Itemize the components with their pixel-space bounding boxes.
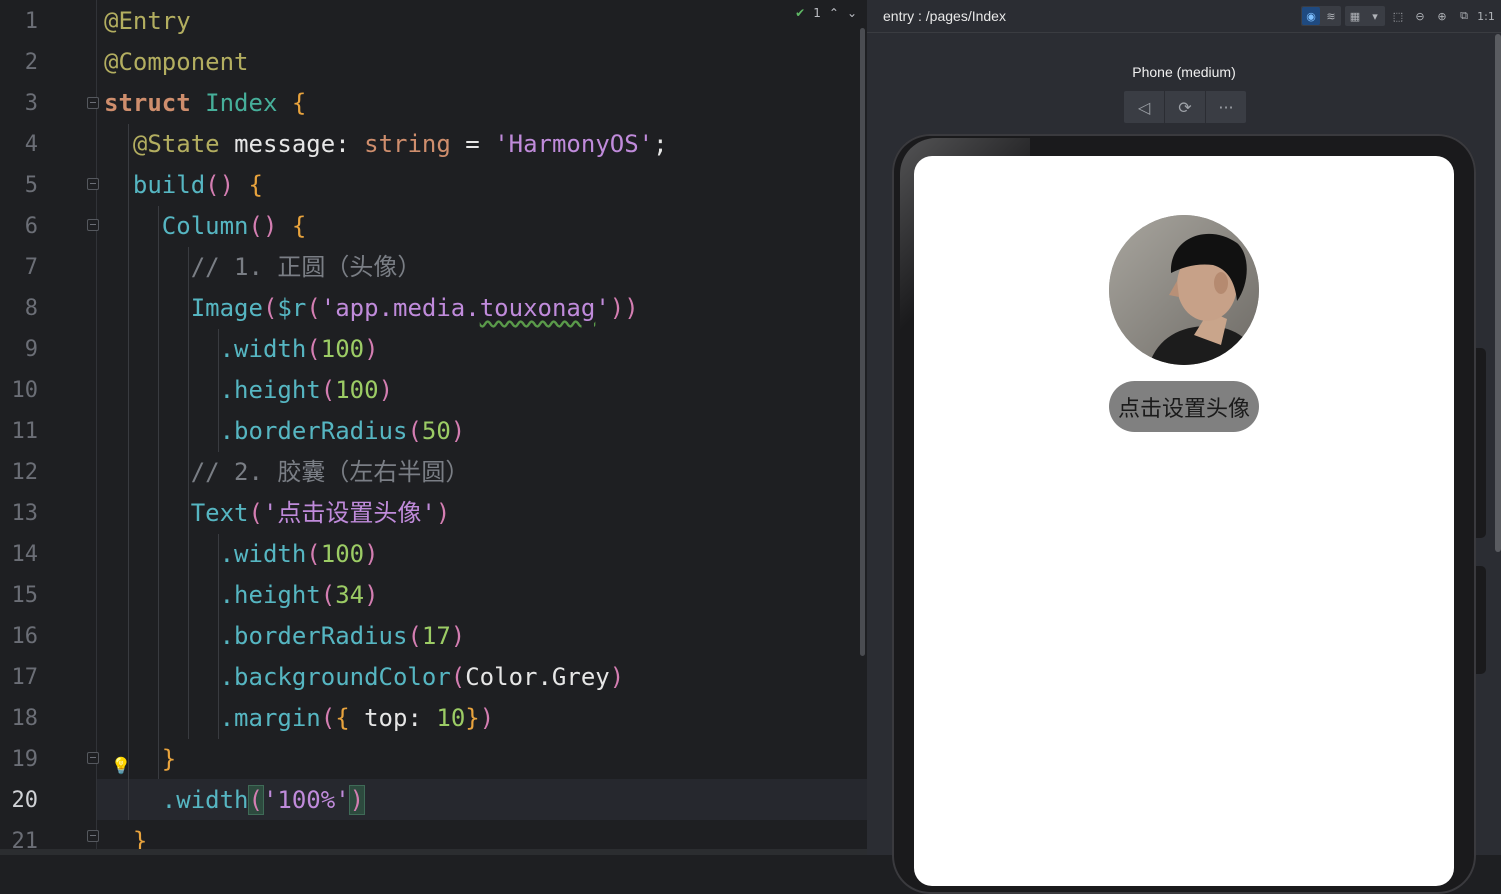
code-line-1[interactable]: @Entry <box>104 1 191 42</box>
fold-toggle-icon[interactable] <box>87 752 99 764</box>
previewer-page-path: entry : /pages/Index <box>883 8 1006 24</box>
line-number: 14 <box>11 542 39 567</box>
code-line-18[interactable]: .margin({ top: 10}) <box>104 698 495 739</box>
previewer-panel: entry : /pages/Index ◉ ≋ ▦ ▾ ⬚ ⊖ ⊕ ⧉ 1:1… <box>867 0 1501 894</box>
code-line-3[interactable]: struct Index { <box>104 83 306 124</box>
code-line-12[interactable]: // 2. 胶囊（左右半圆） <box>104 452 470 493</box>
phone-screen: 点击设置头像 <box>914 156 1454 886</box>
line-number: 19 <box>11 747 39 772</box>
chevron-up-icon[interactable]: ⌃ <box>829 6 839 20</box>
line-number: 6 <box>24 214 38 239</box>
line-number: 2 <box>24 50 38 75</box>
layers-icon[interactable]: ≋ <box>1322 7 1340 25</box>
code-line-20[interactable]: .width('100%') <box>104 780 366 821</box>
line-number: 1 <box>24 9 38 34</box>
line-number: 3 <box>24 91 38 116</box>
code-line-9[interactable]: .width(100) <box>104 329 379 370</box>
phone-side-button <box>1476 348 1486 538</box>
line-number: 17 <box>11 665 39 690</box>
previewer-toolbar: entry : /pages/Index ◉ ≋ ▦ ▾ ⬚ ⊖ ⊕ ⧉ 1:1 <box>867 0 1501 33</box>
chevron-down-icon[interactable]: ⌄ <box>847 6 857 20</box>
inspection-count: 1 <box>813 6 821 20</box>
device-name: Phone (medium) <box>1132 64 1236 80</box>
phone-side-button <box>1476 566 1486 674</box>
line-number: 13 <box>11 501 39 526</box>
set-avatar-button[interactable]: 点击设置头像 <box>1109 381 1259 432</box>
fold-toggle-icon[interactable] <box>87 830 99 842</box>
line-number: 4 <box>24 132 38 157</box>
avatar[interactable] <box>1109 215 1259 365</box>
device-nav-bar: ◁ ⟳ ··· <box>1124 91 1246 123</box>
code-line-15[interactable]: .height(34) <box>104 575 379 616</box>
back-icon[interactable]: ◁ <box>1124 91 1165 123</box>
inspection-widget[interactable]: ✔ 1 ⌃ ⌄ <box>795 6 857 20</box>
dropdown-icon[interactable]: ▾ <box>1366 7 1384 25</box>
line-number: 15 <box>11 583 39 608</box>
rotate-icon[interactable]: ⟳ <box>1165 91 1206 123</box>
line-number-current: 20 <box>11 788 39 813</box>
code-line-7[interactable]: // 1. 正圆（头像） <box>104 247 422 288</box>
fold-toggle-icon[interactable] <box>87 97 99 109</box>
code-editor[interactable]: 1 2 3 4 5 6 7 8 9 10 11 12 13 14 15 16 1… <box>0 0 867 855</box>
editor-scrollbar[interactable] <box>860 28 865 656</box>
fold-toggle-icon[interactable] <box>87 219 99 231</box>
code-line-4[interactable]: @State message: string = 'HarmonyOS'; <box>104 124 668 165</box>
code-line-6[interactable]: Column() { <box>104 206 307 247</box>
code-line-13[interactable]: Text('点击设置头像') <box>104 493 451 534</box>
code-line-11[interactable]: .borderRadius(50) <box>104 411 466 452</box>
line-number: 12 <box>11 460 39 485</box>
avatar-photo-icon <box>1109 215 1259 365</box>
actual-size-icon[interactable]: 1:1 <box>1477 7 1495 25</box>
zoom-out-icon[interactable]: ⊖ <box>1411 7 1429 25</box>
line-number: 9 <box>24 337 38 362</box>
code-line-5[interactable]: build() { <box>104 165 263 206</box>
inspector-icon[interactable]: ◉ <box>1302 7 1320 25</box>
more-icon[interactable]: ··· <box>1206 91 1246 123</box>
line-number: 5 <box>24 173 38 198</box>
code-line-17[interactable]: .backgroundColor(Color.Grey) <box>104 657 625 698</box>
line-number: 18 <box>11 706 39 731</box>
code-line-16[interactable]: .borderRadius(17) <box>104 616 466 657</box>
zoom-in-icon[interactable]: ⊕ <box>1433 7 1451 25</box>
multi-device-icon[interactable]: ▦ <box>1346 7 1364 25</box>
fold-toggle-icon[interactable] <box>87 178 99 190</box>
previewer-tool-buttons: ◉ ≋ ▦ ▾ ⬚ ⊖ ⊕ ⧉ 1:1 <box>1301 6 1495 26</box>
code-line-2[interactable]: @Component <box>104 42 249 83</box>
fit-screen-icon[interactable]: ⧉ <box>1455 7 1473 25</box>
line-number: 11 <box>11 419 39 444</box>
code-line-14[interactable]: .width(100) <box>104 534 379 575</box>
line-number: 16 <box>11 624 39 649</box>
code-line-8[interactable]: Image($r('app.media.touxonag')) <box>104 288 639 329</box>
editor-horizontal-scrollbar[interactable] <box>0 849 867 855</box>
line-number: 10 <box>11 378 39 403</box>
frame-icon[interactable]: ⬚ <box>1389 7 1407 25</box>
previewer-scrollbar[interactable] <box>1495 34 1501 552</box>
phone-frame: 点击设置头像 <box>892 134 1476 894</box>
check-icon: ✔ <box>795 6 806 20</box>
line-gutter: 1 2 3 4 5 6 7 8 9 10 11 12 13 14 15 16 1… <box>0 0 99 855</box>
line-number: 7 <box>24 255 38 280</box>
code-line-19[interactable]: } <box>104 739 176 780</box>
line-number: 8 <box>24 296 38 321</box>
code-line-10[interactable]: .height(100) <box>104 370 393 411</box>
